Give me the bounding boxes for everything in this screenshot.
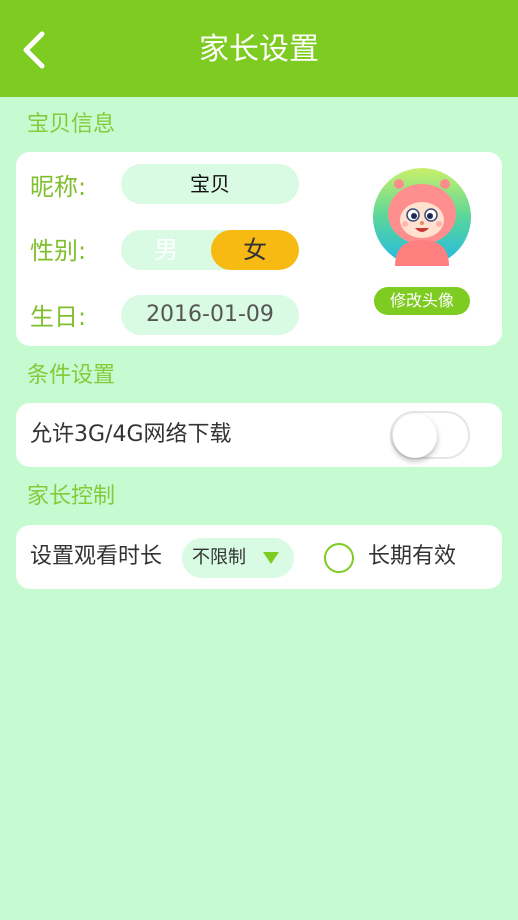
network-download-toggle[interactable] [390, 411, 470, 459]
network-download-label: 允许3G/4G网络下载 [30, 422, 232, 447]
page-title: 家长设置 [199, 32, 319, 67]
section-title-conditions: 条件设置 [27, 363, 116, 388]
long-term-radio[interactable] [324, 543, 354, 573]
gender-option-male[interactable]: 男 [121, 230, 211, 270]
long-term-label: 长期有效 [368, 544, 457, 569]
birthday-label: 生日: [30, 303, 87, 331]
conditions-card: 允许3G/4G网络下载 [16, 403, 502, 467]
birthday-field[interactable]: 2016-01-09 [121, 295, 299, 335]
nickname-value: 宝贝 [190, 172, 230, 196]
gender-option-female[interactable]: 女 [211, 230, 299, 270]
dropdown-arrow-icon [263, 552, 279, 564]
baby-info-card: 昵称: 宝贝 性别: 男 女 生日: 2016-01-09 修改头像 [16, 152, 502, 346]
toggle-knob [393, 414, 437, 458]
gender-selector: 男 女 [121, 230, 299, 270]
section-title-parental: 家长控制 [27, 484, 116, 509]
gender-label: 性别: [30, 237, 87, 265]
nickname-label: 昵称: [30, 173, 87, 201]
watch-time-label: 设置观看时长 [30, 544, 163, 569]
nav-bar: 家长设置 [0, 0, 518, 97]
birthday-value: 2016-01-09 [146, 302, 274, 327]
nickname-field[interactable]: 宝贝 [121, 164, 299, 204]
avatar[interactable] [373, 168, 471, 266]
avatar-image [373, 168, 471, 266]
edit-avatar-button[interactable]: 修改头像 [374, 287, 470, 315]
watch-time-value: 不限制 [192, 547, 246, 568]
watch-time-dropdown[interactable]: 不限制 [182, 538, 294, 578]
parental-card: 设置观看时长 不限制 长期有效 [16, 525, 502, 589]
section-title-baby-info: 宝贝信息 [27, 112, 116, 137]
